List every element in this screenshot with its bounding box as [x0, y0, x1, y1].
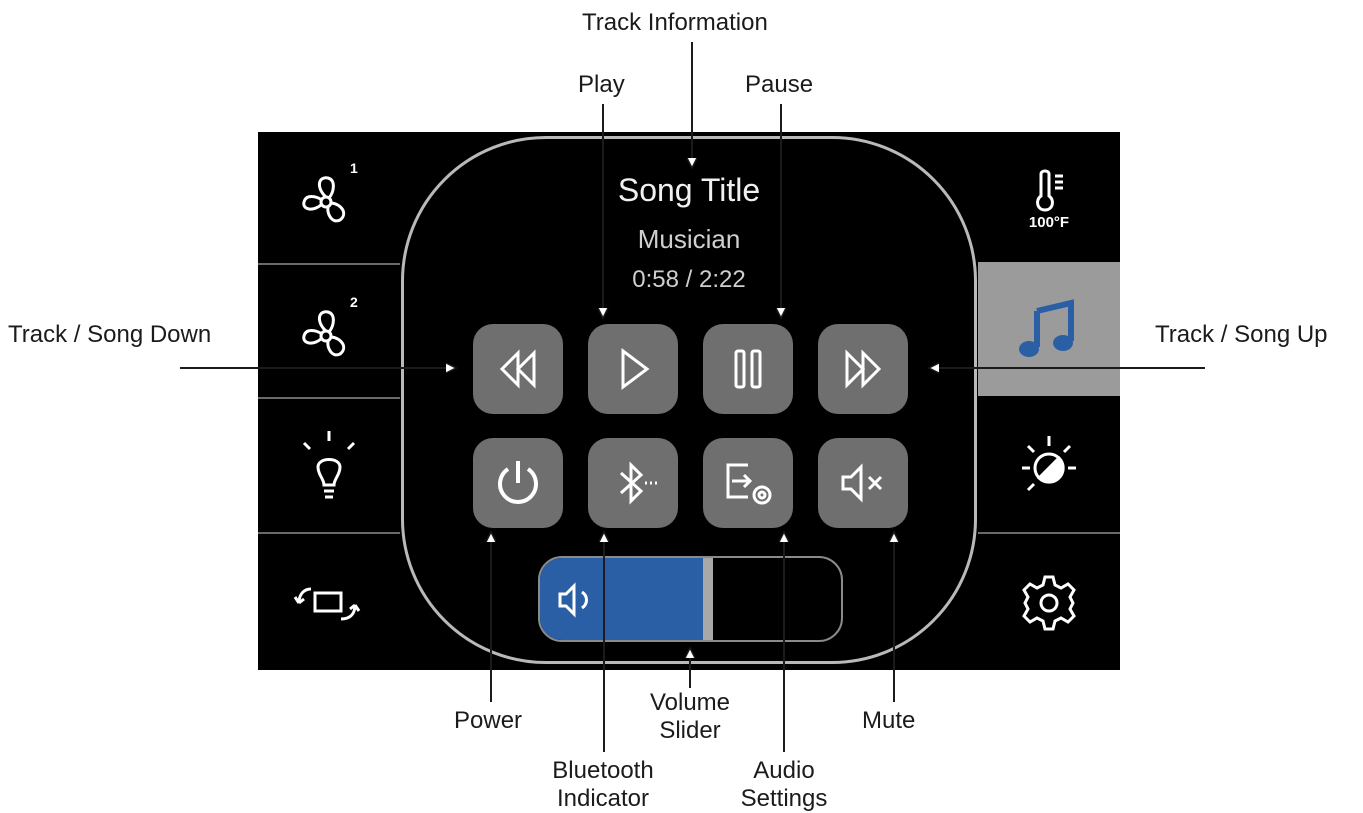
- label-track-up: Track / Song Up: [1155, 321, 1328, 348]
- label-play: Play: [578, 71, 625, 98]
- label-power: Power: [454, 707, 523, 734]
- label-bluetooth-line1: Bluetooth: [552, 757, 654, 784]
- label-volume-line1: Volume: [649, 689, 731, 716]
- label-volume-line2: Slider: [659, 717, 721, 744]
- label-audio-line1: Audio: [753, 757, 815, 784]
- label-bluetooth-line2: Indicator: [556, 785, 650, 812]
- label-audio-line2: Settings: [740, 785, 828, 812]
- label-mute: Mute: [862, 707, 916, 734]
- label-pause: Pause: [745, 71, 814, 98]
- label-track-information: Track Information: [582, 9, 768, 36]
- label-track-down: Track / Song Down: [8, 321, 212, 348]
